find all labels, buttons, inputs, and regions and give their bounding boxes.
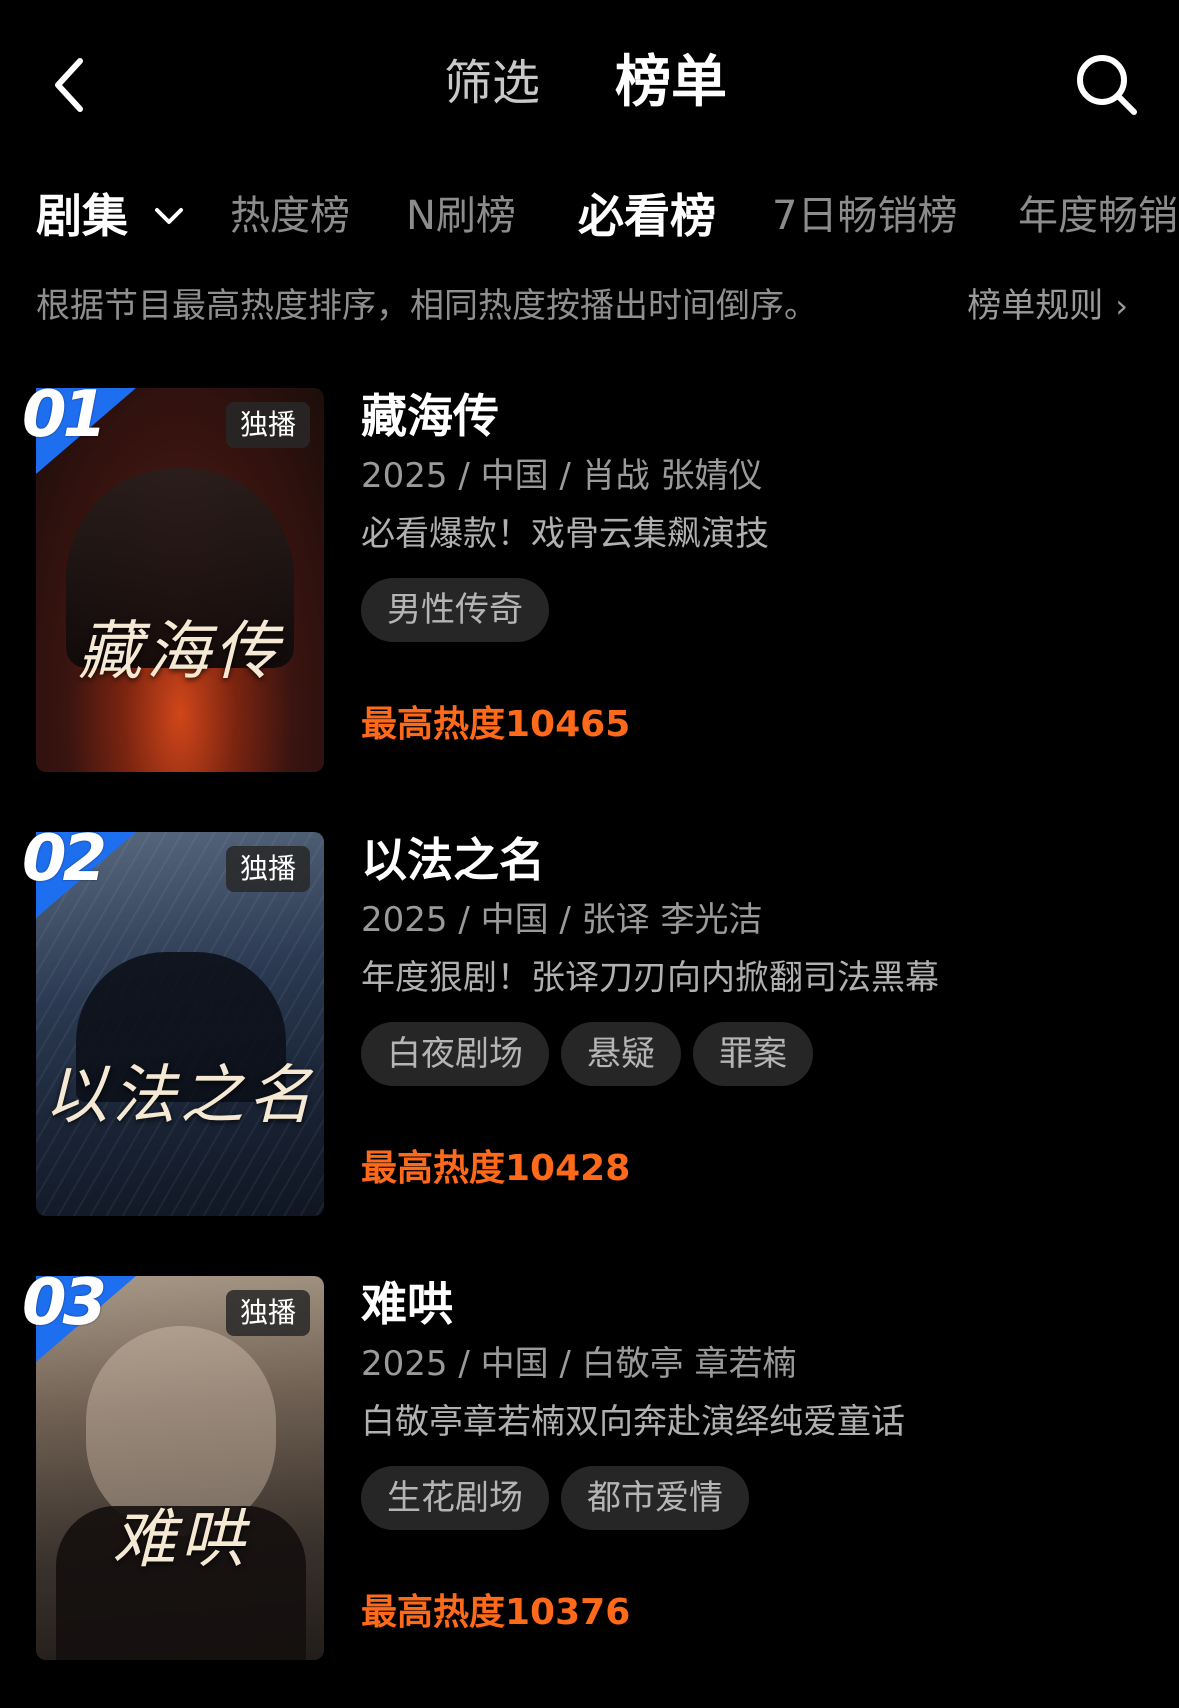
item-tags: 生花剧场 都市爱情	[361, 1466, 761, 1530]
item-title: 难哄	[361, 1277, 453, 1331]
poster-title: 以法之名	[44, 1059, 316, 1133]
item-meta: 2025 / 中国 / 肖战 张婧仪	[361, 456, 763, 496]
genre-tag[interactable]: 白夜剧场	[361, 1022, 549, 1086]
poster-title: 藏海传	[78, 615, 282, 689]
item-title: 以法之名	[361, 833, 545, 887]
exclusive-badge: 独播	[225, 402, 310, 448]
ranking-description: 根据节目最高热度排序，相同热度按播出时间倒序。	[36, 286, 818, 326]
tab-7day-bestseller[interactable]: 7日畅销榜	[772, 180, 957, 252]
genre-tag[interactable]: 悬疑	[561, 1022, 681, 1086]
chevron-right-icon: ›	[1115, 287, 1128, 325]
genre-tag[interactable]: 男性传奇	[361, 578, 549, 642]
list-item[interactable]: 以法之名 独播 02 以法之名 2025 / 中国 / 张译 李光洁 年度狠剧！…	[0, 822, 1179, 1224]
tab-filter[interactable]: 筛选	[444, 48, 540, 118]
genre-tag[interactable]: 生花剧场	[361, 1466, 549, 1530]
tab-n-rewatch-list[interactable]: N刷榜	[406, 180, 516, 252]
rank-number: 01	[22, 378, 107, 452]
item-meta: 2025 / 中国 / 张译 李光洁	[361, 900, 763, 940]
list-item[interactable]: 藏海传 独播 01 藏海传 2025 / 中国 / 肖战 张婧仪 必看爆款！戏骨…	[0, 378, 1179, 780]
item-tags: 男性传奇	[361, 578, 561, 642]
item-slogan: 必看爆款！戏骨云集飙演技	[361, 514, 769, 554]
search-icon[interactable]	[1074, 52, 1140, 118]
exclusive-badge: 独播	[225, 1290, 310, 1336]
ranking-description-row: 根据节目最高热度排序，相同热度按播出时间倒序。 榜单规则 ›	[36, 278, 1146, 334]
genre-tag[interactable]: 都市爱情	[561, 1466, 749, 1530]
back-arrow-icon[interactable]	[50, 55, 90, 115]
heat-score: 最高热度10376	[361, 1592, 631, 1633]
item-slogan: 白敬亭章若楠双向奔赴演绎纯爱童话	[361, 1402, 905, 1442]
exclusive-badge: 独播	[225, 846, 310, 892]
category-bar: 剧集 热度榜 N刷榜 必看榜 7日畅销榜 年度畅销	[0, 180, 1179, 260]
item-title: 藏海传	[361, 389, 499, 443]
category-dropdown-label: 剧集	[36, 189, 128, 243]
ranking-rules-link[interactable]: 榜单规则 ›	[967, 278, 1128, 334]
list-item[interactable]: 难哄 独播 03 难哄 2025 / 中国 / 白敬亭 章若楠 白敬亭章若楠双向…	[0, 1266, 1179, 1668]
item-meta: 2025 / 中国 / 白敬亭 章若楠	[361, 1344, 797, 1384]
tab-annual-bestseller[interactable]: 年度畅销	[1018, 180, 1178, 252]
heat-score: 最高热度10465	[361, 704, 631, 745]
item-tags: 白夜剧场 悬疑 罪案	[361, 1022, 825, 1086]
heat-score: 最高热度10428	[361, 1148, 631, 1189]
poster-title: 难哄	[112, 1503, 248, 1577]
category-dropdown[interactable]: 剧集	[36, 180, 128, 252]
rank-number: 02	[22, 822, 107, 896]
item-slogan: 年度狠剧！张译刀刃向内掀翻司法黑幕	[361, 958, 939, 998]
tab-ranking[interactable]: 榜单	[615, 48, 727, 118]
top-bar: 筛选 榜单	[0, 0, 1179, 170]
tab-must-watch-list[interactable]: 必看榜	[578, 180, 716, 252]
rank-number: 03	[22, 1266, 107, 1340]
ranking-rules-label: 榜单规则	[967, 286, 1104, 326]
tab-hot-list[interactable]: 热度榜	[230, 180, 350, 252]
chevron-down-icon[interactable]	[153, 202, 185, 230]
genre-tag[interactable]: 罪案	[693, 1022, 813, 1086]
